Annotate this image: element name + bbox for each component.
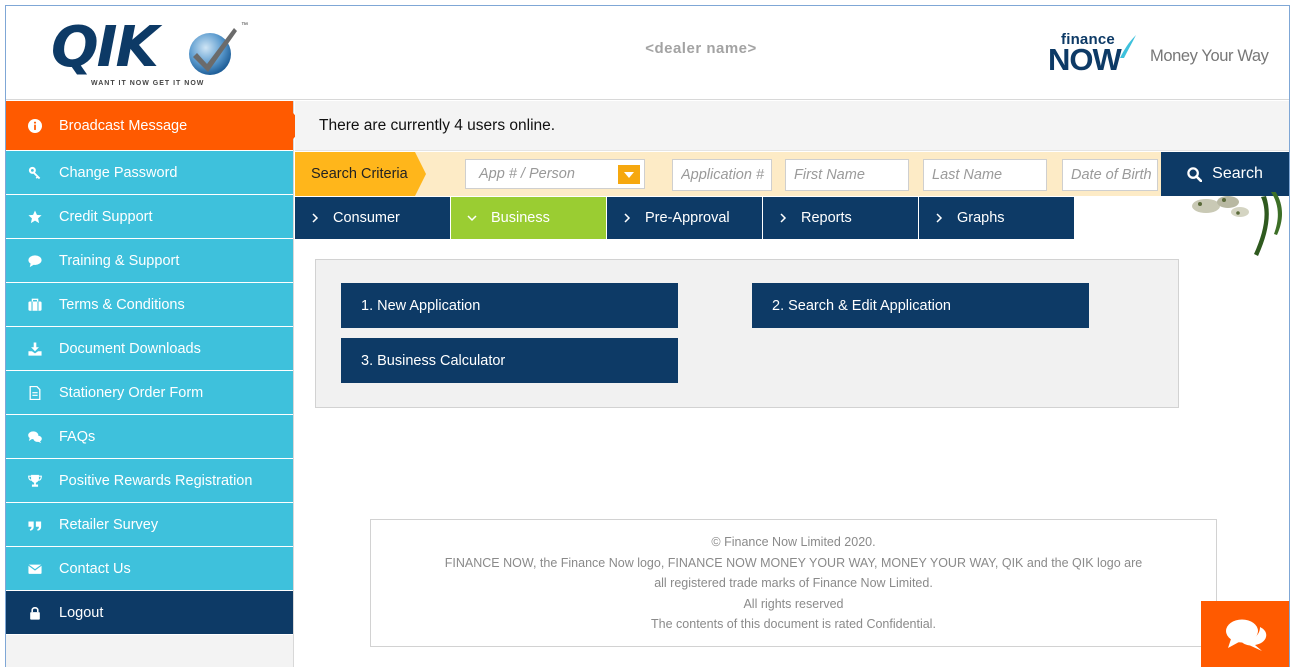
live-chat-button[interactable] <box>1201 601 1289 667</box>
speech-bubble-icon <box>26 254 44 268</box>
sidebar-item-label: Retailer Survey <box>59 516 159 533</box>
info-icon <box>26 118 44 133</box>
sidebar-item-label: Positive Rewards Registration <box>59 472 253 489</box>
sidebar-item-stationery-order-form[interactable]: Stationery Order Form <box>6 371 293 415</box>
sidebar: Broadcast Message Change Password Credit… <box>6 101 305 667</box>
decorative-plant-image <box>1192 192 1282 256</box>
sidebar-item-broadcast-message[interactable]: Broadcast Message <box>6 101 305 151</box>
dealer-name: <dealer name> <box>645 40 757 57</box>
qik-tagline: WANT IT NOW GET IT NOW <box>91 80 205 87</box>
document-icon <box>26 385 44 400</box>
download-icon <box>26 341 44 356</box>
search-icon <box>1187 166 1203 182</box>
qik-globe-check-icon <box>189 28 237 75</box>
header: QIK ™ WANT IT NOW GET IT NOW <dealer nam… <box>6 6 1289 100</box>
sidebar-item-label: Broadcast Message <box>59 117 188 134</box>
sidebar-item-logout[interactable]: Logout <box>6 591 293 635</box>
button-label: 3. Business Calculator <box>361 352 506 369</box>
tab-pre-approval[interactable]: Pre-Approval <box>607 197 762 239</box>
new-application-button[interactable]: 1. New Application <box>341 283 678 328</box>
sidebar-item-label: Credit Support <box>59 208 153 225</box>
envelope-icon <box>26 562 44 576</box>
sidebar-item-terms-conditions[interactable]: Terms & Conditions <box>6 283 293 327</box>
sidebar-item-label: Change Password <box>59 164 178 181</box>
brand-swoosh-icon <box>1120 35 1136 58</box>
tab-label: Pre-Approval <box>645 210 730 226</box>
tab-consumer[interactable]: Consumer <box>295 197 450 239</box>
business-actions-panel: 1. New Application 2. Search & Edit Appl… <box>315 259 1179 408</box>
date-of-birth-input[interactable] <box>1062 159 1158 191</box>
broadcast-message-bar: There are currently 4 users online. <box>295 101 1289 151</box>
sidebar-item-label: Document Downloads <box>59 340 201 357</box>
main-tabs: Consumer Business Pre-Approval Reports G… <box>295 197 1075 239</box>
search-button[interactable]: Search <box>1161 152 1289 196</box>
footer-rights: All rights reserved <box>743 596 844 611</box>
chevron-right-icon <box>311 213 319 223</box>
sidebar-item-retailer-survey[interactable]: Retailer Survey <box>6 503 293 547</box>
search-button-label: Search <box>1212 165 1263 182</box>
sidebar-item-label: Terms & Conditions <box>59 296 185 313</box>
search-edit-application-button[interactable]: 2. Search & Edit Application <box>752 283 1089 328</box>
sidebar-item-credit-support[interactable]: Credit Support <box>6 195 293 239</box>
sidebar-item-change-password[interactable]: Change Password <box>6 151 293 195</box>
chat-bubbles-icon <box>26 430 44 444</box>
tab-label: Graphs <box>957 210 1005 226</box>
lock-icon <box>26 606 44 620</box>
footer-trademarks-cont: all registered trade marks of Finance No… <box>654 576 933 590</box>
button-label: 1. New Application <box>361 297 481 314</box>
sidebar-item-label: FAQs <box>59 428 96 445</box>
sidebar-item-contact-us[interactable]: Contact Us <box>6 547 293 591</box>
finance-now-logo: finance NOW Money Your Way <box>1048 30 1288 80</box>
briefcase-icon <box>26 298 44 312</box>
application-number-input[interactable] <box>672 159 772 191</box>
tab-reports[interactable]: Reports <box>763 197 918 239</box>
chevron-right-icon <box>623 213 631 223</box>
quote-icon <box>26 518 44 532</box>
footer-confidential: The contents of this document is rated C… <box>651 617 936 631</box>
sidebar-item-document-downloads[interactable]: Document Downloads <box>6 327 293 371</box>
chevron-down-icon <box>467 214 477 222</box>
sidebar-item-label: Stationery Order Form <box>59 384 204 401</box>
tab-label: Reports <box>801 210 852 226</box>
brand-slogan: Money Your Way <box>1150 47 1269 65</box>
chevron-right-icon <box>935 213 943 223</box>
search-type-value: App # / Person <box>479 166 575 182</box>
business-calculator-button[interactable]: 3. Business Calculator <box>341 338 678 383</box>
footer: © Finance Now Limited 2020. FINANCE NOW,… <box>370 519 1217 647</box>
app-frame: QIK ™ WANT IT NOW GET IT NOW <dealer nam… <box>5 5 1290 667</box>
search-criteria-text: Search Criteria <box>311 166 408 182</box>
first-name-input[interactable] <box>785 159 909 191</box>
tab-graphs[interactable]: Graphs <box>919 197 1074 239</box>
tab-label: Business <box>491 210 550 226</box>
sidebar-item-label: Contact Us <box>59 560 131 577</box>
footer-copyright: © Finance Now Limited 2020. <box>711 535 876 549</box>
trophy-icon <box>26 474 44 488</box>
chevron-right-icon <box>779 213 787 223</box>
search-criteria-label: Search Criteria <box>295 152 426 196</box>
brand-now-text: NOW <box>1048 42 1122 77</box>
button-label: 2. Search & Edit Application <box>772 297 951 314</box>
tab-label: Consumer <box>333 210 400 226</box>
sidebar-item-positive-rewards-registration[interactable]: Positive Rewards Registration <box>6 459 293 503</box>
footer-trademarks: FINANCE NOW, the Finance Now logo, FINAN… <box>444 555 1143 570</box>
tab-business[interactable]: Business <box>451 197 606 239</box>
last-name-input[interactable] <box>923 159 1047 191</box>
qik-logo-text: QIK <box>51 15 159 80</box>
qik-logo[interactable]: QIK ™ WANT IT NOW GET IT NOW <box>51 16 251 91</box>
sidebar-item-faqs[interactable]: FAQs <box>6 415 293 459</box>
sidebar-item-label: Training & Support <box>59 252 180 269</box>
star-icon <box>26 209 44 224</box>
search-bar: Search Criteria App # / Person Search <box>295 152 1289 196</box>
chat-icon <box>1226 619 1267 651</box>
search-type-select[interactable]: App # / Person <box>465 159 645 189</box>
chevron-down-icon[interactable] <box>618 165 640 184</box>
key-icon <box>26 166 44 180</box>
online-users-message: There are currently 4 users online. <box>319 116 556 134</box>
qik-trademark: ™ <box>241 22 248 29</box>
sidebar-item-training-support[interactable]: Training & Support <box>6 239 293 283</box>
sidebar-item-label: Logout <box>59 604 104 621</box>
